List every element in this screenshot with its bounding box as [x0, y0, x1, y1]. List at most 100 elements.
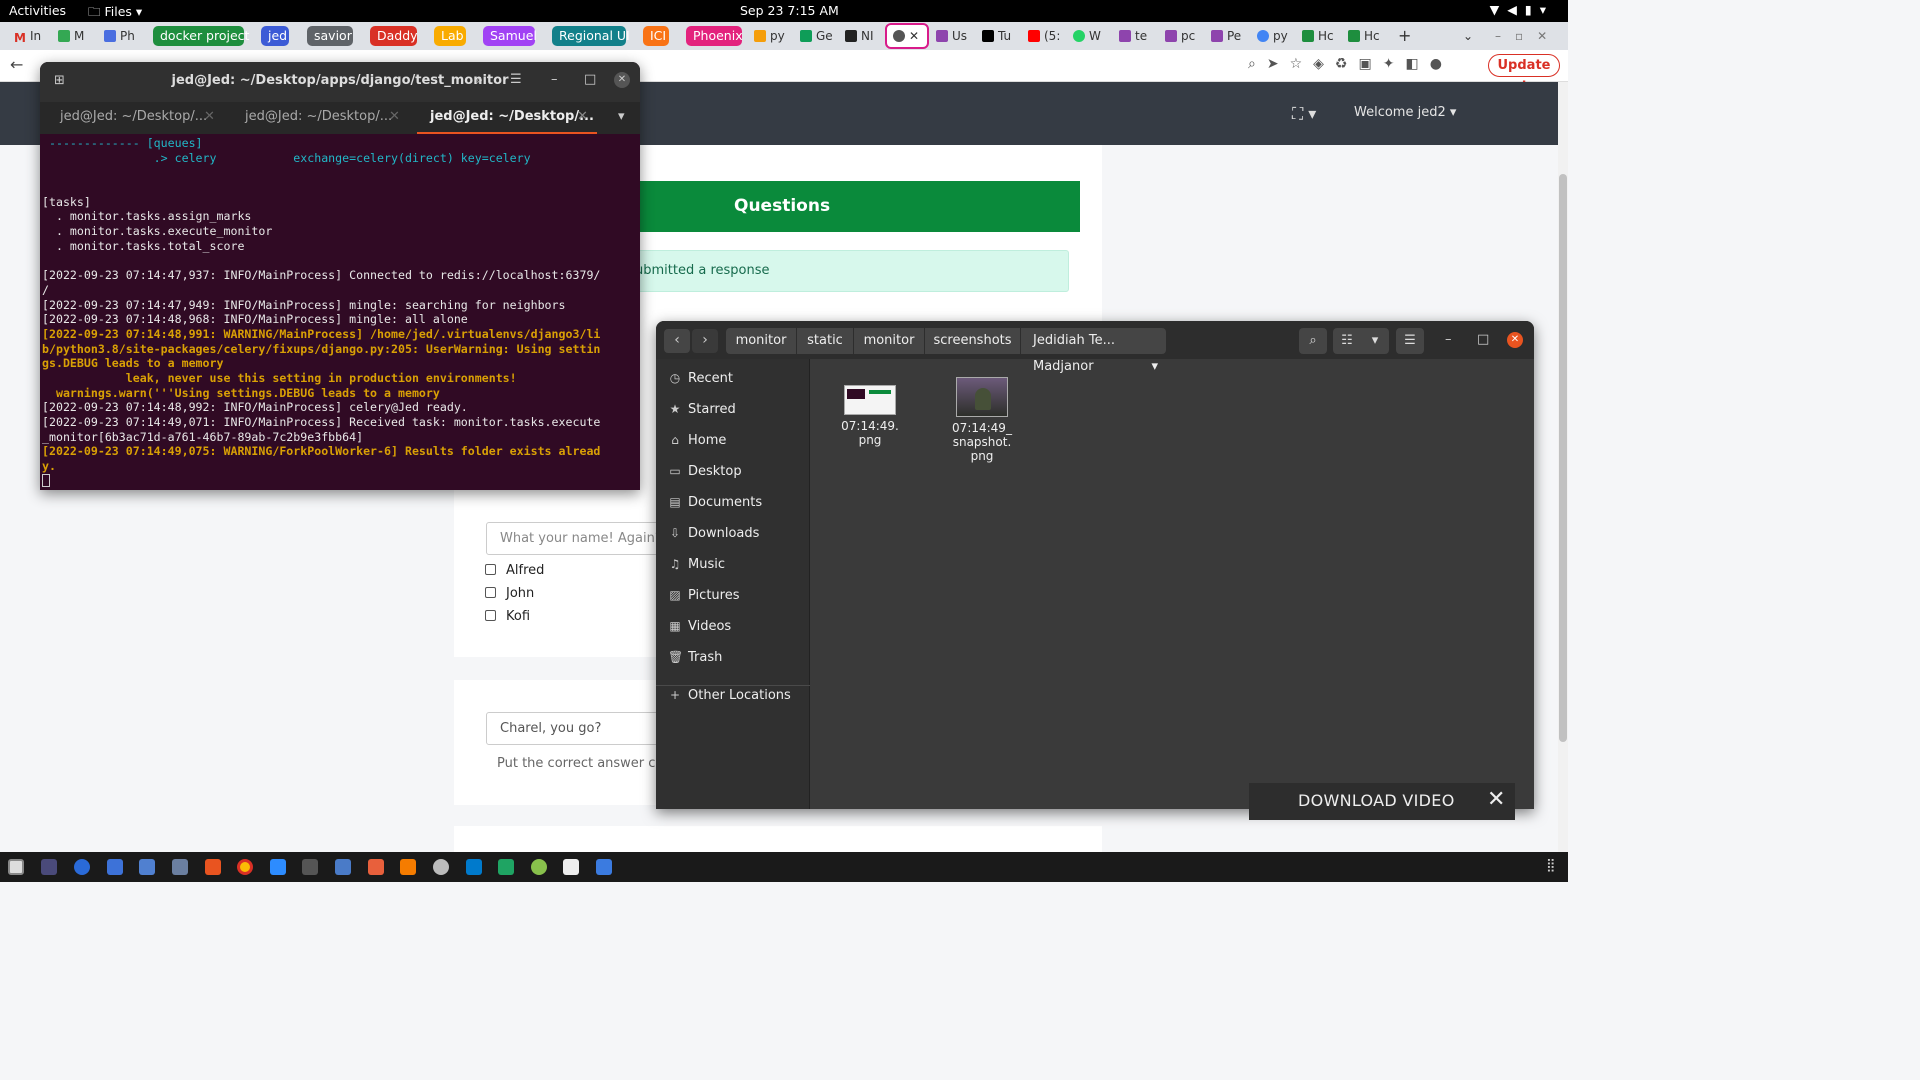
activities-button[interactable]: Activities [9, 3, 66, 18]
tab-pc[interactable]: pc [1165, 26, 1199, 46]
tab-py[interactable]: py [754, 26, 788, 46]
bookmark-star-icon[interactable]: ☆ [1290, 56, 1314, 72]
terminal-tab-3[interactable]: jed@Jed: ~/Desktop/... [430, 109, 594, 124]
minimize-icon[interactable]: – [1445, 332, 1452, 347]
checkbox[interactable] [485, 587, 496, 598]
close-icon[interactable]: ✕ [1487, 784, 1505, 816]
side-panel-icon[interactable]: ◧ [1405, 56, 1429, 72]
zoom-icon[interactable] [270, 859, 286, 875]
tab-pe[interactable]: Pe [1211, 26, 1245, 46]
tab-google[interactable]: py [1257, 26, 1291, 46]
tab-group-regional-ui[interactable]: Regional UI [552, 26, 630, 46]
tab-tu[interactable]: Tu [982, 26, 1016, 46]
terminal-titlebar[interactable]: ⊞ jed@Jed: ~/Desktop/apps/django/test_mo… [40, 62, 640, 102]
text-editor-icon[interactable] [139, 859, 155, 875]
back-chevron-icon[interactable]: ‹ [664, 329, 690, 353]
breadcrumb-monitor[interactable]: monitor [726, 328, 796, 354]
sidebar-item-trash[interactable]: 🗑 Trash [668, 650, 722, 665]
app-icon[interactable] [596, 859, 612, 875]
sidebar-item-home[interactable]: ⌂ Home [668, 433, 726, 448]
download-video-bar[interactable]: DOWNLOAD VIDEO ✕ [1249, 783, 1515, 820]
list-view-icon[interactable]: ☷ [1333, 328, 1361, 354]
tab-close-icon[interactable]: ✕ [577, 109, 588, 124]
chrome-icon[interactable] [237, 859, 253, 875]
app-icon[interactable] [74, 859, 90, 875]
checkbox[interactable] [485, 564, 496, 575]
terminal-window[interactable]: ⊞ jed@Jed: ~/Desktop/apps/django/test_mo… [40, 62, 640, 490]
breadcrumb-static[interactable]: static [797, 328, 853, 354]
sidebar-item-recent[interactable]: ◷ Recent [668, 371, 733, 386]
extension-shield-icon[interactable]: ◈ [1313, 56, 1335, 72]
tab-docs[interactable]: Ph [104, 26, 142, 46]
clock[interactable]: Sep 23 7:15 AM [740, 3, 839, 18]
profile-avatar-icon[interactable]: ● [1430, 56, 1453, 72]
show-desktop-icon[interactable] [8, 859, 24, 875]
extension-recycle-icon[interactable]: ♻ [1335, 56, 1359, 72]
app-icon[interactable] [107, 859, 123, 875]
close-icon[interactable]: ✕ [1507, 332, 1523, 348]
tab-close-icon[interactable]: ✕ [204, 109, 215, 124]
maximize-icon[interactable]: □ [1477, 332, 1489, 347]
vscode-icon[interactable] [466, 859, 482, 875]
app-menu-files[interactable]: 🗀 Files ▾ [88, 3, 142, 24]
software-center-icon[interactable] [205, 859, 221, 875]
tab-us[interactable]: Us [936, 26, 970, 46]
tab-active-current[interactable]: ✕ [885, 23, 929, 49]
tab-drive[interactable]: M [58, 26, 96, 46]
option-alfred[interactable]: Alfred [485, 563, 544, 578]
sidebar-item-desktop[interactable]: ▭ Desktop [668, 464, 741, 479]
app-icon[interactable] [498, 859, 514, 875]
fullscreen-icon[interactable]: ⛶ ▾ [1292, 104, 1316, 124]
app-icon[interactable] [172, 859, 188, 875]
search-icon[interactable]: ⌕ [476, 73, 483, 88]
hamburger-menu-icon[interactable]: ☰ [1396, 328, 1424, 354]
tab-hc-1[interactable]: Hc [1302, 26, 1336, 46]
app-icon[interactable] [433, 859, 449, 875]
sidebar-item-videos[interactable]: ▦ Videos [668, 619, 731, 634]
forward-chevron-icon[interactable]: › [692, 329, 718, 353]
view-options-chevron-icon[interactable]: ▾ [1361, 328, 1389, 354]
update-button[interactable]: Update ⋮ [1488, 54, 1560, 94]
tab-ni[interactable]: NI [845, 26, 879, 46]
question-2-input[interactable]: Charel, you go? [486, 712, 666, 745]
checkbox[interactable] [485, 610, 496, 621]
terminal-output[interactable]: ------------- [queues] .> celery exchang… [42, 136, 640, 490]
terminal-tab-2[interactable]: jed@Jed: ~/Desktop/... [245, 109, 392, 124]
sidebar-item-documents[interactable]: ▤ Documents [668, 495, 762, 510]
page-scrollbar[interactable] [1558, 82, 1568, 852]
tab-hc-2[interactable]: Hc [1348, 26, 1382, 46]
sidebar-item-other-locations[interactable]: + Other Locations [668, 688, 791, 703]
welcome-user-menu[interactable]: Welcome jed2 ▾ [1354, 105, 1456, 120]
app-icon[interactable] [41, 859, 57, 875]
tab-group-phoenix[interactable]: Phoenix [686, 26, 743, 46]
send-icon[interactable]: ➤ [1267, 56, 1290, 72]
tab-group-daddy[interactable]: Daddy [370, 26, 418, 46]
file-manager-headerbar[interactable]: ‹ › monitor static monitor screenshots J… [656, 321, 1534, 374]
sidebar-item-starred[interactable]: ★ Starred [668, 402, 736, 417]
new-tab-button[interactable]: + [1398, 26, 1414, 46]
system-tray[interactable]: ▼◀▮▾ [1490, 2, 1554, 17]
tab-te[interactable]: te [1119, 26, 1153, 46]
sidebar-item-music[interactable]: ♫ Music [668, 557, 725, 572]
tab-group-lab[interactable]: Lab [434, 26, 466, 46]
tab-group-savior[interactable]: savior [307, 26, 353, 46]
tab-close-icon[interactable]: ✕ [389, 109, 400, 124]
option-kofi[interactable]: Kofi [485, 609, 530, 624]
terminal-tab-1[interactable]: jed@Jed: ~/Desktop/... [60, 109, 207, 124]
app-icon[interactable] [335, 859, 351, 875]
tab-close-icon[interactable]: ✕ [909, 29, 919, 43]
window-controls[interactable]: –▫✕ [1495, 26, 1555, 46]
search-icon[interactable]: ⌕ [1299, 328, 1327, 354]
breadcrumb-current-folder[interactable]: Jedidiah Te... Madjanor ▾ [1021, 328, 1166, 374]
tabs-dropdown-icon[interactable]: ▾ [618, 109, 625, 124]
file-item-png[interactable]: 07:14:49. png [830, 385, 910, 447]
app-icon[interactable] [563, 859, 579, 875]
tab-group-docker-project[interactable]: docker project [153, 26, 249, 46]
minimize-icon[interactable]: – [551, 72, 558, 87]
download-video-label[interactable]: DOWNLOAD VIDEO [1298, 785, 1455, 817]
breadcrumb-monitor-2[interactable]: monitor [854, 328, 924, 354]
terminal-icon[interactable] [302, 859, 318, 875]
tab-ge[interactable]: Ge [800, 26, 834, 46]
show-applications-icon[interactable]: ⣿ [1546, 858, 1556, 873]
sidebar-item-pictures[interactable]: ▨ Pictures [668, 588, 739, 603]
